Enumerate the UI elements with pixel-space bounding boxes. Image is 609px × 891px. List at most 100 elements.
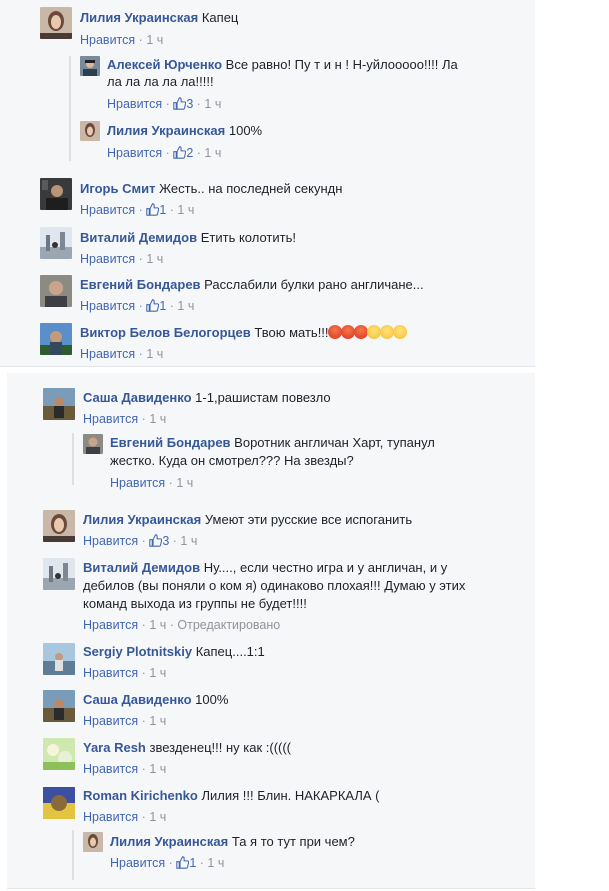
avatar[interactable] xyxy=(43,738,75,770)
like-link[interactable]: Нравится xyxy=(83,762,138,776)
sad-emoji xyxy=(392,325,407,339)
like-link[interactable]: Нравится xyxy=(83,618,138,632)
timestamp[interactable]: 1 ч xyxy=(176,476,193,490)
like-link[interactable]: Нравится xyxy=(83,534,138,548)
angry-emoji xyxy=(327,325,342,339)
timestamp[interactable]: 1 ч xyxy=(204,146,221,160)
like-link[interactable]: Нравится xyxy=(110,476,165,490)
avatar[interactable] xyxy=(83,434,103,454)
timestamp[interactable]: 1 ч xyxy=(207,856,224,870)
timestamp[interactable]: 1 ч xyxy=(149,412,166,426)
comment-text: Лилия !!! Блин. НАКАРКАЛА ( xyxy=(201,788,380,803)
like-count[interactable]: 1 xyxy=(189,856,196,870)
timestamp[interactable]: 1 ч xyxy=(149,618,166,632)
separator: · xyxy=(168,476,173,490)
timestamp[interactable]: 1 ч xyxy=(146,347,163,361)
timestamp[interactable]: 1 ч xyxy=(177,203,194,217)
avatar[interactable] xyxy=(80,56,100,76)
author-name[interactable]: Лилия Украинская xyxy=(110,834,228,849)
avatar[interactable] xyxy=(40,323,72,355)
author-name[interactable]: Лилия Украинская xyxy=(80,10,198,25)
like-count[interactable]: 1 xyxy=(159,203,166,217)
comment-text: Капец....1:1 xyxy=(195,644,265,659)
separator: · xyxy=(138,299,143,313)
thumbs-up-icon[interactable] xyxy=(173,146,187,163)
avatar[interactable] xyxy=(40,178,72,210)
comment-text: Ну...., если честно игра и у англичан, и… xyxy=(203,560,448,575)
thumbs-up-icon[interactable] xyxy=(173,97,187,114)
like-link[interactable]: Нравится xyxy=(83,412,138,426)
like-link[interactable]: Нравится xyxy=(80,252,135,266)
reply-indent-line xyxy=(72,433,74,485)
edited-label[interactable]: Отредактировано xyxy=(177,618,280,632)
like-link[interactable]: Нравится xyxy=(83,810,138,824)
separator: · xyxy=(165,97,170,111)
avatar[interactable] xyxy=(83,832,103,852)
thumbs-up-icon[interactable] xyxy=(146,299,160,316)
separator: · xyxy=(169,203,174,217)
comment-thread-1: Лилия Украинская Капец Нравится · 1 ч Ал… xyxy=(0,0,535,367)
author-name[interactable]: Игорь Смит xyxy=(80,181,155,196)
comment-text-line: дебилов (вы поняли о ком я) одинаково пл… xyxy=(83,578,466,593)
like-link[interactable]: Нравится xyxy=(80,33,135,47)
like-link[interactable]: Нравится xyxy=(83,666,138,680)
author-name[interactable]: Roman Kirichenko xyxy=(83,788,198,803)
comment-actions: Нравится · 1 ч xyxy=(80,346,163,362)
thumbs-up-icon[interactable] xyxy=(149,534,163,551)
timestamp[interactable]: 1 ч xyxy=(204,97,221,111)
avatar[interactable] xyxy=(43,558,75,590)
timestamp[interactable]: 1 ч xyxy=(146,252,163,266)
comment-text: Капец xyxy=(201,10,239,25)
separator: · xyxy=(165,146,170,160)
separator: · xyxy=(141,666,146,680)
thumbs-up-icon[interactable] xyxy=(176,856,190,873)
like-link[interactable]: Нравится xyxy=(107,146,162,160)
comment-actions: Нравится · 1 ч xyxy=(83,713,166,729)
timestamp[interactable]: 1 ч xyxy=(177,299,194,313)
like-link[interactable]: Нравится xyxy=(80,347,135,361)
comment-actions: Нравится · 1 ч xyxy=(83,665,166,681)
avatar[interactable] xyxy=(43,388,75,420)
author-name[interactable]: Виталий Демидов xyxy=(83,560,200,575)
avatar[interactable] xyxy=(43,690,75,722)
avatar[interactable] xyxy=(40,275,72,307)
timestamp[interactable]: 1 ч xyxy=(146,33,163,47)
reply-indent-line xyxy=(72,830,74,880)
thumbs-up-icon[interactable] xyxy=(146,203,160,220)
timestamp[interactable]: 1 ч xyxy=(180,534,197,548)
timestamp[interactable]: 1 ч xyxy=(149,666,166,680)
separator: · xyxy=(169,299,174,313)
avatar[interactable] xyxy=(40,7,72,39)
author-name[interactable]: Саша Давиденко xyxy=(83,692,192,707)
timestamp[interactable]: 1 ч xyxy=(149,714,166,728)
avatar[interactable] xyxy=(43,787,75,819)
like-link[interactable]: Нравится xyxy=(80,299,135,313)
like-link[interactable]: Нравится xyxy=(107,97,162,111)
timestamp[interactable]: 1 ч xyxy=(149,762,166,776)
like-count[interactable]: 1 xyxy=(159,299,166,313)
comment-text: 100% xyxy=(228,123,263,138)
avatar[interactable] xyxy=(43,643,75,675)
comment-actions: Нравится · 2 · 1 ч xyxy=(107,145,221,163)
author-name[interactable]: Саша Давиденко xyxy=(83,390,192,405)
author-name[interactable]: Лилия Украинская xyxy=(83,512,201,527)
author-name[interactable]: Евгений Бондарев xyxy=(110,435,231,450)
author-name[interactable]: Алексей Юрченко xyxy=(107,57,222,72)
like-count[interactable]: 3 xyxy=(162,534,169,548)
author-name[interactable]: Sergiy Plotnitskiy xyxy=(83,644,192,659)
author-name[interactable]: Yara Resh xyxy=(83,740,146,755)
like-link[interactable]: Нравится xyxy=(83,714,138,728)
like-count[interactable]: 2 xyxy=(186,146,193,160)
author-name[interactable]: Лилия Украинская xyxy=(107,123,225,138)
author-name[interactable]: Виталий Демидов xyxy=(80,230,197,245)
author-name[interactable]: Евгений Бондарев xyxy=(80,277,201,292)
avatar[interactable] xyxy=(40,227,72,259)
comment-text: 1-1,рашистам повезло xyxy=(195,390,331,405)
avatar[interactable] xyxy=(43,510,75,542)
like-link[interactable]: Нравится xyxy=(80,203,135,217)
author-name[interactable]: Виктор Белов Белогорцев xyxy=(80,325,251,340)
avatar[interactable] xyxy=(80,121,100,141)
like-link[interactable]: Нравится xyxy=(110,856,165,870)
timestamp[interactable]: 1 ч xyxy=(149,810,166,824)
like-count[interactable]: 3 xyxy=(186,97,193,111)
